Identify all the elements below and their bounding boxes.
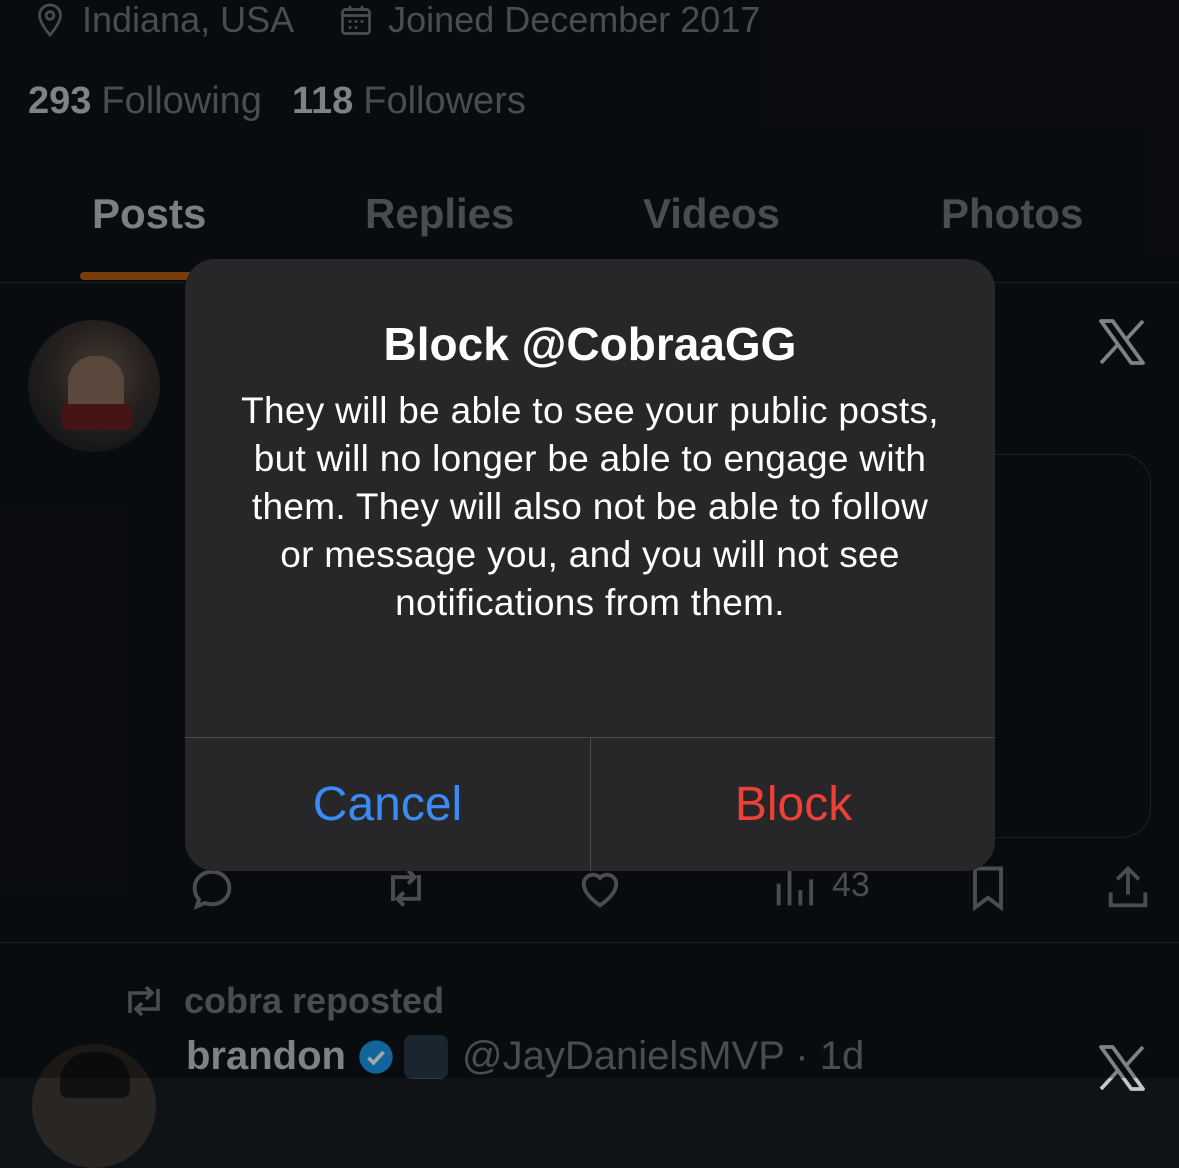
dialog-title: Block @CobraaGG <box>383 318 797 370</box>
cancel-button[interactable]: Cancel <box>185 738 590 871</box>
block-dialog: Block @CobraaGG They will be able to see… <box>185 259 995 871</box>
block-button[interactable]: Block <box>591 738 995 871</box>
dialog-message: They will be able to see your public pos… <box>241 390 939 623</box>
